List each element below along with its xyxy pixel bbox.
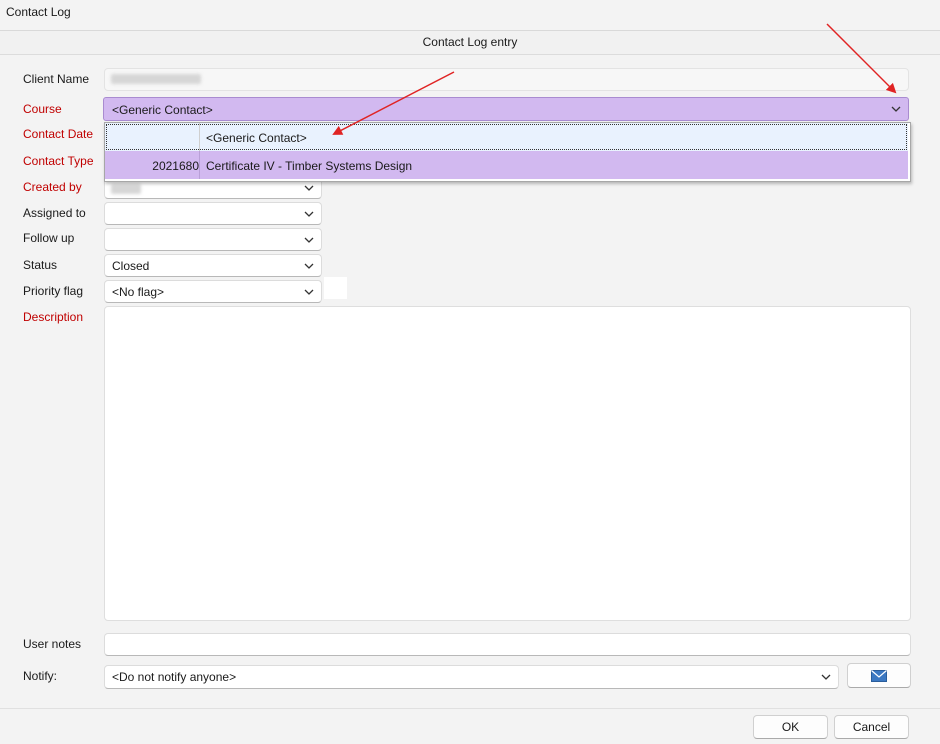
envelope-icon — [871, 670, 887, 682]
priority-flag-value: <No flag> — [112, 285, 165, 299]
label-follow-up: Follow up — [23, 231, 75, 245]
column-divider — [199, 123, 200, 151]
assigned-to-select[interactable] — [104, 202, 322, 225]
course-select-value: <Generic Contact> — [112, 103, 213, 117]
course-option-generic[interactable]: <Generic Contact> — [105, 123, 908, 151]
priority-flag-swatch[interactable] — [324, 277, 347, 299]
section-header: Contact Log entry — [0, 30, 940, 55]
chevron-down-icon — [304, 263, 314, 269]
notify-select[interactable]: <Do not notify anyone> — [104, 665, 839, 689]
label-contact-type: Contact Type — [23, 154, 94, 168]
send-email-button[interactable] — [847, 663, 911, 688]
client-name-field — [104, 68, 909, 91]
chevron-down-icon — [821, 674, 831, 680]
window-title: Contact Log — [6, 5, 71, 19]
chevron-down-icon — [304, 289, 314, 295]
priority-flag-select[interactable]: <No flag> — [104, 280, 322, 303]
course-select[interactable]: <Generic Contact> — [103, 97, 909, 121]
user-notes-input[interactable] — [104, 633, 911, 656]
label-priority-flag: Priority flag — [23, 284, 84, 298]
course-option-name: <Generic Contact> — [206, 131, 307, 145]
label-notify: Notify: — [23, 669, 58, 683]
course-option-name: Certificate IV - Timber Systems Design — [206, 159, 413, 173]
column-divider — [199, 151, 200, 179]
follow-up-select[interactable] — [104, 228, 322, 251]
chevron-down-icon — [304, 211, 314, 217]
redacted-created-by — [111, 184, 141, 194]
description-textarea[interactable] — [104, 306, 911, 621]
label-created-by: Created by — [23, 180, 82, 194]
label-client-name: Client Name — [23, 72, 90, 86]
course-option-code: 2021680 — [152, 159, 199, 173]
label-description: Description — [23, 310, 84, 324]
ok-button[interactable]: OK — [753, 715, 828, 739]
notify-value: <Do not notify anyone> — [112, 670, 237, 684]
label-status: Status — [23, 258, 58, 272]
chevron-down-icon — [891, 106, 901, 112]
chevron-down-icon — [304, 185, 314, 191]
label-user-notes: User notes — [23, 637, 82, 651]
chevron-down-icon — [304, 237, 314, 243]
course-option-2021680[interactable]: 2021680 Certificate IV - Timber Systems … — [105, 151, 908, 179]
label-course: Course — [23, 102, 62, 116]
cancel-button[interactable]: Cancel — [834, 715, 909, 739]
redacted-client-name — [111, 74, 201, 84]
course-dropdown-list: <Generic Contact> 2021680 Certificate IV… — [104, 122, 911, 182]
label-contact-date: Contact Date — [23, 127, 94, 141]
status-value: Closed — [112, 259, 150, 273]
status-select[interactable]: Closed — [104, 254, 322, 277]
label-assigned-to: Assigned to — [23, 206, 86, 220]
